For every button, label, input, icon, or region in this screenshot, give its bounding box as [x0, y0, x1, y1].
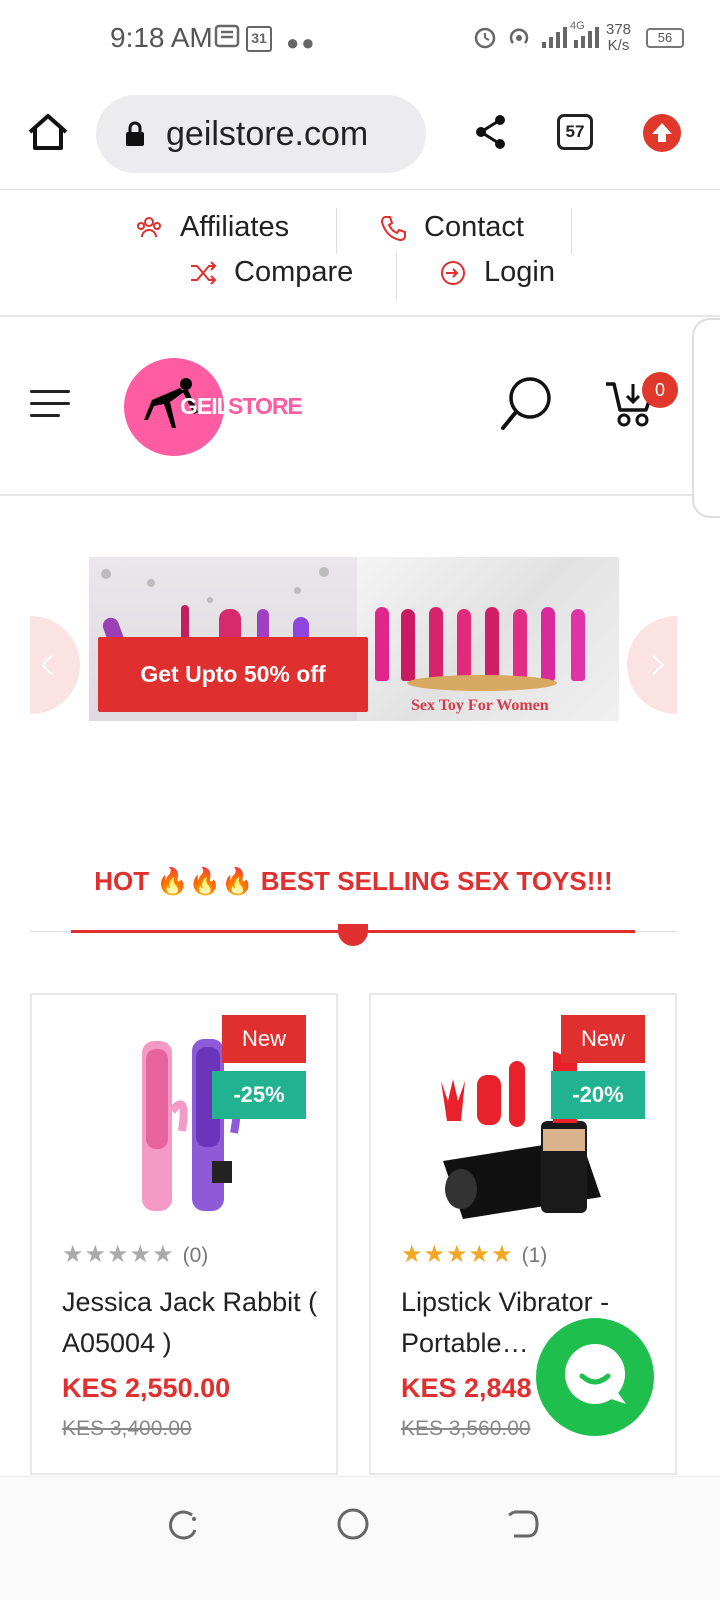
- rating-stars: ★★★★★ (0): [62, 1240, 208, 1269]
- banner-caption: Sex Toy For Women: [411, 697, 549, 714]
- home-nav-icon[interactable]: [336, 1507, 370, 1541]
- contact-label: Contact: [424, 211, 524, 243]
- signal-icon-2: [574, 27, 599, 48]
- rating-count: (1): [521, 1244, 548, 1267]
- rating-count: (0): [182, 1244, 209, 1267]
- tab-switcher-button[interactable]: 57: [557, 114, 593, 150]
- hotspot-icon: [509, 28, 529, 44]
- shuffle-icon: [191, 260, 217, 285]
- address-bar[interactable]: geilstore.com: [96, 95, 426, 173]
- contact-link[interactable]: Contact: [378, 211, 524, 244]
- site-logo[interactable]: GEIL STORE: [124, 358, 303, 456]
- more-notifications-icon: ●●: [286, 30, 317, 55]
- product-name[interactable]: Jessica Jack Rabbit ( A05004 ): [62, 1282, 322, 1364]
- discount-badge: -20%: [551, 1071, 645, 1119]
- calendar-icon: 31: [246, 26, 272, 52]
- product-price: KES 2,848: [401, 1373, 532, 1403]
- product-old-price: KES 3,400.00: [62, 1417, 192, 1440]
- chat-button[interactable]: [536, 1318, 654, 1436]
- notification-icon: [214, 24, 240, 48]
- login-label: Login: [484, 256, 555, 288]
- update-icon[interactable]: [643, 114, 681, 152]
- rating-stars: ★★★★★ (1): [401, 1240, 547, 1269]
- site-header: GEIL STORE 0: [0, 318, 720, 518]
- top-links-bar: Affiliates Contact Compare Login: [0, 191, 720, 317]
- section-marker: [338, 924, 368, 946]
- offer-button[interactable]: Get Upto 50% off: [98, 637, 368, 712]
- carousel-prev-button[interactable]: [30, 616, 80, 714]
- section-title: HOT 🔥🔥🔥 BEST SELLING SEX TOYS!!!: [94, 866, 613, 896]
- logo-text-store: STORE: [228, 393, 303, 419]
- carousel-next-button[interactable]: [627, 616, 677, 714]
- status-time: 9:18 AM: [110, 22, 213, 53]
- recents-icon[interactable]: [166, 1507, 200, 1541]
- system-nav-bar: [0, 1476, 720, 1600]
- url-text: geilstore.com: [166, 115, 369, 153]
- phone-icon: [380, 215, 406, 241]
- divider: [571, 208, 572, 254]
- lock-icon: [126, 121, 144, 146]
- chat-bubble-icon: [565, 1344, 626, 1404]
- discount-badge: -25%: [212, 1071, 306, 1119]
- divider: [336, 208, 337, 254]
- login-link[interactable]: Login: [438, 256, 555, 289]
- affiliates-link[interactable]: Affiliates: [134, 211, 289, 244]
- signal-icon: [542, 27, 567, 48]
- alarm-icon: [474, 27, 496, 49]
- login-icon: [441, 260, 465, 285]
- arrow-up-icon: [652, 123, 672, 142]
- compare-link[interactable]: Compare: [188, 256, 353, 289]
- network-speed: 378 K/s: [606, 21, 632, 54]
- browser-toolbar: geilstore.com 57: [0, 80, 720, 190]
- search-icon[interactable]: [500, 376, 554, 432]
- side-drawer-tab[interactable]: [692, 318, 720, 518]
- affiliates-label: Affiliates: [180, 211, 290, 243]
- back-icon[interactable]: [506, 1507, 540, 1541]
- divider: [396, 253, 397, 299]
- product-old-price: KES 3,560.00: [401, 1417, 531, 1440]
- cart-count-badge: 0: [642, 372, 678, 408]
- star-icon: ★★★★★: [401, 1241, 514, 1268]
- home-icon[interactable]: [26, 110, 70, 154]
- battery-icon: 56: [646, 28, 684, 48]
- compare-label: Compare: [234, 256, 354, 288]
- users-icon: [137, 216, 161, 237]
- product-card[interactable]: New -25% ★★★★★ (0) Jessica Jack Rabbit ( …: [30, 993, 338, 1475]
- hamburger-menu-icon[interactable]: [30, 390, 70, 422]
- new-badge: New: [561, 1015, 645, 1063]
- new-badge: New: [222, 1015, 306, 1063]
- status-bar: 9:18 AM 31 ●● 4G 378 K/s 56: [0, 0, 720, 80]
- product-price: KES 2,550.00: [62, 1373, 231, 1403]
- share-icon[interactable]: [474, 114, 508, 150]
- star-icon: ★★★★★: [62, 1241, 175, 1268]
- logo-text-geil: GEIL: [180, 393, 231, 419]
